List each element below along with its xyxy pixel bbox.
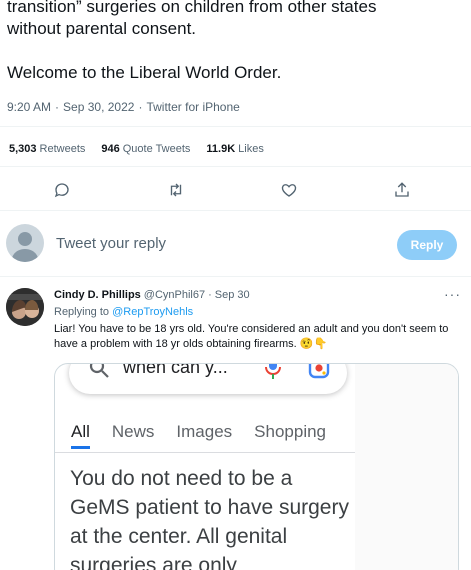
reply-button[interactable]: Reply: [397, 230, 457, 260]
tab-news: News: [111, 422, 155, 441]
quote-tweets-stat[interactable]: 946 Quote Tweets: [101, 143, 190, 155]
tab-shopping: Shopping: [254, 422, 327, 441]
search-icon: [87, 364, 111, 385]
separator: ·: [138, 100, 143, 114]
display-name[interactable]: Cindy D. Phillips: [54, 289, 141, 301]
divider: [0, 276, 471, 277]
like-icon[interactable]: [277, 178, 301, 202]
user-handle[interactable]: @CynPhil67: [144, 289, 205, 301]
tweet-actions: [0, 178, 471, 202]
tweet-meta: 9:20 AM · Sep 30, 2022 · Twitter for iPh…: [7, 100, 240, 114]
separator: ·: [208, 289, 212, 301]
avatar[interactable]: [6, 288, 44, 326]
google-search-bar: when can y...: [69, 363, 347, 394]
screenshot-margin: [355, 364, 458, 570]
tweet-stats: 5,303 Retweets 946 Quote Tweets 11.9K Likes: [9, 143, 264, 155]
retweets-stat[interactable]: 5,303 Retweets: [9, 143, 85, 155]
retweet-icon[interactable]: [164, 178, 188, 202]
google-lens-icon: [307, 364, 331, 385]
reply-header: Cindy D. Phillips @CynPhil67 · Sep 30: [54, 289, 250, 301]
tweet-date[interactable]: Sep 30, 2022: [63, 100, 134, 114]
tab-images: Images: [176, 422, 233, 441]
tweet-text-line: Welcome to the Liberal World Order.: [7, 63, 282, 82]
avatar: [6, 224, 44, 262]
search-query: when can y...: [123, 363, 228, 377]
divider: [0, 166, 471, 167]
reply-date[interactable]: Sep 30: [215, 289, 250, 301]
divider: [55, 452, 355, 453]
tweet-text-line: transition” surgeries on children from o…: [7, 0, 377, 16]
replying-to: Replying to @RepTroyNehls: [54, 306, 194, 318]
tweet-text: transition” surgeries on children from o…: [7, 0, 467, 84]
attached-screenshot[interactable]: when can y... All News Images Shopping Y…: [54, 363, 459, 570]
reply-text: Liar! You have to be 18 yrs old. You're …: [54, 323, 449, 350]
reply-composer: Tweet your reply Reply: [0, 222, 471, 266]
separator: ·: [55, 100, 60, 114]
tweet-text-line: without parental consent.: [7, 19, 197, 38]
divider: [0, 126, 471, 127]
reply-input[interactable]: Tweet your reply: [56, 235, 166, 252]
likes-stat[interactable]: 11.9K Likes: [206, 143, 263, 155]
reply-icon[interactable]: [50, 178, 74, 202]
tab-all: All: [71, 422, 90, 449]
microphone-icon: [264, 364, 282, 385]
tweet-time[interactable]: 9:20 AM: [7, 100, 51, 114]
divider: [0, 210, 471, 211]
google-tabs: All News Images Shopping: [71, 422, 326, 449]
share-icon[interactable]: [390, 178, 414, 202]
more-options-icon[interactable]: ···: [444, 286, 461, 302]
tweet-source: Twitter for iPhone: [146, 100, 240, 114]
search-answer-text: You do not need to be a GeMS patient to …: [70, 467, 349, 570]
replying-to-handle[interactable]: @RepTroyNehls: [112, 306, 193, 318]
